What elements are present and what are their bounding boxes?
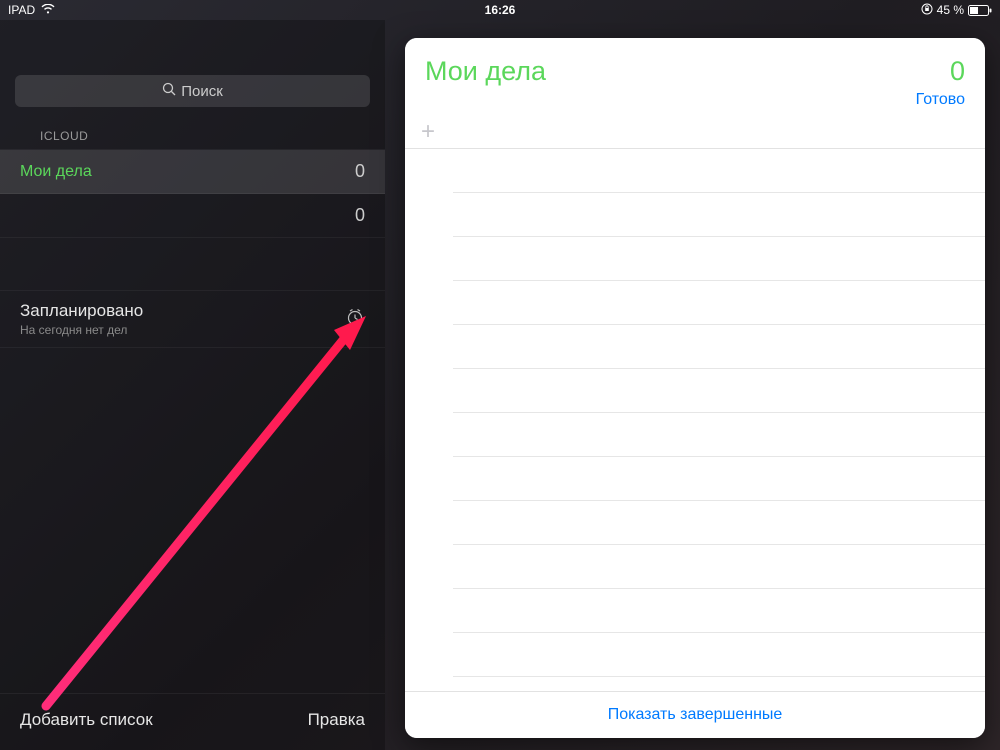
add-reminder-row[interactable]: + (405, 119, 985, 149)
battery-percent: 45 % (937, 3, 964, 17)
show-completed-button[interactable]: Показать завершенные (405, 691, 985, 738)
list-line (453, 545, 985, 589)
sidebar: Поиск ICLOUD Мои дела 0 0 Запланировано … (0, 20, 385, 750)
battery-icon (968, 5, 992, 16)
device-label: IPAD (8, 3, 35, 17)
status-left: IPAD (8, 3, 55, 17)
list-line (453, 281, 985, 325)
status-right: 45 % (921, 3, 992, 18)
add-list-button[interactable]: Добавить список (20, 710, 153, 730)
section-header-icloud: ICLOUD (0, 119, 385, 150)
reminder-list-area[interactable] (405, 149, 985, 691)
list-line (453, 633, 985, 677)
detail-panel: Мои дела 0 Готово + Показать завершенные (405, 38, 985, 738)
sidebar-footer: Добавить список Правка (0, 693, 385, 750)
list-line (453, 237, 985, 281)
plus-icon: + (421, 118, 435, 146)
status-time: 16:26 (485, 3, 516, 17)
done-button[interactable]: Готово (425, 91, 965, 109)
sidebar-list-label: Мои дела (20, 163, 92, 181)
wifi-icon (41, 3, 55, 17)
list-line (453, 369, 985, 413)
scheduled-subtitle: На сегодня нет дел (20, 323, 143, 337)
orientation-lock-icon (921, 3, 933, 18)
sidebar-scheduled[interactable]: Запланировано На сегодня нет дел (0, 290, 385, 348)
search-input[interactable]: Поиск (15, 75, 370, 107)
clock-icon (345, 307, 365, 332)
detail-title: Мои дела (425, 56, 546, 87)
list-line (453, 413, 985, 457)
sidebar-list-item-1[interactable]: 0 (0, 194, 385, 238)
search-icon (162, 82, 176, 100)
list-line (453, 501, 985, 545)
detail-count: 0 (950, 56, 965, 87)
sidebar-list-item-0[interactable]: Мои дела 0 (0, 150, 385, 194)
status-bar: IPAD 16:26 45 % (0, 0, 1000, 20)
list-line (453, 149, 985, 193)
detail-header: Мои дела 0 Готово (405, 38, 985, 119)
sidebar-list-count: 0 (355, 205, 365, 226)
list-line (453, 589, 985, 633)
list-line (453, 193, 985, 237)
search-placeholder: Поиск (181, 83, 223, 100)
edit-button[interactable]: Правка (308, 710, 365, 730)
sidebar-list-count: 0 (355, 161, 365, 182)
scheduled-title: Запланировано (20, 301, 143, 321)
list-line (453, 325, 985, 369)
list-line (453, 457, 985, 501)
